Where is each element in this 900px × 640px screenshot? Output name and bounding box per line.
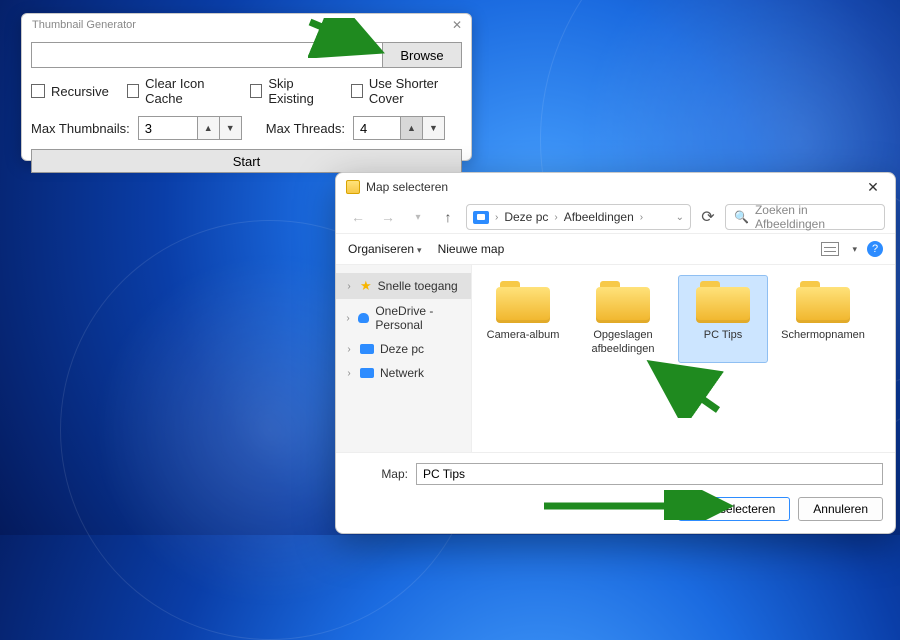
monitor-icon (360, 344, 374, 354)
folder-name-input[interactable] (416, 463, 883, 485)
folder-icon (496, 281, 550, 323)
crumb-root[interactable]: Deze pc (504, 210, 548, 224)
sidebar-item-quick-access[interactable]: › ★ Snelle toegang (336, 273, 471, 299)
close-icon[interactable]: ✕ (861, 179, 885, 196)
view-options-icon[interactable] (821, 242, 839, 256)
recursive-label: Recursive (51, 84, 109, 99)
cancel-button[interactable]: Annuleren (798, 497, 883, 521)
folder-item[interactable]: Camera-album (478, 275, 568, 363)
clear-cache-label: Clear Icon Cache (145, 76, 232, 106)
chevron-right-icon[interactable]: › (344, 368, 354, 379)
spin-down-icon[interactable]: ▼ (220, 116, 242, 140)
folder-icon (696, 281, 750, 323)
sidebar-item-network[interactable]: › Netwerk (336, 361, 471, 385)
skip-existing-checkbox[interactable]: Skip Existing (250, 76, 332, 106)
spin-up-icon[interactable]: ▲ (198, 116, 220, 140)
crumb-folder[interactable]: Afbeeldingen (564, 210, 634, 224)
up-icon[interactable]: ↑ (436, 205, 460, 229)
cloud-icon (358, 313, 369, 323)
folder-item[interactable]: Opgeslagen afbeeldingen (578, 275, 668, 363)
checkbox-icon (250, 84, 262, 98)
search-placeholder: Zoeken in Afbeeldingen (755, 203, 876, 231)
thumbnail-generator-window: Thumbnail Generator ✕ Browse Recursive C… (21, 13, 472, 161)
sidebar-item-label: Netwerk (380, 366, 424, 380)
max-thumbnails-input[interactable] (138, 116, 198, 140)
folder-label: Opgeslagen afbeeldingen (580, 329, 666, 357)
chevron-right-icon[interactable]: › (344, 281, 354, 292)
search-icon: 🔍 (734, 210, 749, 224)
spin-down-icon[interactable]: ▼ (423, 116, 445, 140)
map-label: Map: (348, 467, 408, 481)
chevron-right-icon: › (640, 212, 643, 223)
folder-label: Camera-album (480, 329, 566, 355)
folder-icon (346, 180, 360, 194)
fp-toolbar: Organiseren▾ Nieuwe map ▾ ? (336, 233, 895, 265)
folder-label: Schermopnamen (780, 329, 866, 355)
new-folder-button[interactable]: Nieuwe map (438, 242, 505, 256)
fp-title-text: Map selecteren (366, 180, 448, 194)
max-thumbnails-label: Max Thumbnails: (31, 121, 130, 136)
folder-picker-window: Map selecteren ✕ ← → ▾ ↑ › Deze pc › Afb… (335, 172, 896, 534)
folder-label: PC Tips (680, 329, 766, 355)
chevron-right-icon: › (554, 212, 557, 223)
spin-up-icon[interactable]: ▲ (401, 116, 423, 140)
help-icon[interactable]: ? (867, 241, 883, 257)
folder-list: Camera-album Opgeslagen afbeeldingen PC … (472, 265, 895, 452)
folder-item[interactable]: Schermopnamen (778, 275, 868, 363)
refresh-icon[interactable]: ⟳ (697, 207, 719, 227)
sidebar-item-label: Deze pc (380, 342, 424, 356)
start-button[interactable]: Start (31, 149, 462, 173)
tg-title: Thumbnail Generator (32, 19, 136, 31)
shorter-cover-label: Use Shorter Cover (369, 76, 462, 106)
chevron-down-icon[interactable]: ▾ (406, 205, 430, 229)
folder-icon (596, 281, 650, 323)
folder-item[interactable]: PC Tips (678, 275, 768, 363)
pictures-icon (473, 211, 489, 224)
checkbox-icon (31, 84, 45, 98)
breadcrumb[interactable]: › Deze pc › Afbeeldingen › ⌄ (466, 204, 691, 230)
chevron-down-icon: ▾ (417, 245, 422, 255)
browse-button[interactable]: Browse (382, 42, 462, 68)
sidebar-item-this-pc[interactable]: › Deze pc (336, 337, 471, 361)
back-icon[interactable]: ← (346, 205, 370, 229)
chevron-down-icon[interactable]: ▾ (852, 244, 857, 255)
fp-titlebar: Map selecteren ✕ (336, 173, 895, 201)
checkbox-icon (351, 84, 363, 98)
organize-menu[interactable]: Organiseren▾ (348, 242, 422, 256)
tg-titlebar: Thumbnail Generator ✕ (22, 14, 471, 36)
sidebar-item-label: Snelle toegang (378, 279, 458, 293)
max-threads-label: Max Threads: (266, 121, 345, 136)
sidebar: › ★ Snelle toegang › OneDrive - Personal… (336, 265, 472, 452)
shorter-cover-checkbox[interactable]: Use Shorter Cover (351, 76, 463, 106)
skip-existing-label: Skip Existing (268, 76, 332, 106)
max-thumbnails-stepper[interactable]: ▲ ▼ (138, 116, 242, 140)
max-threads-stepper[interactable]: ▲ ▼ (353, 116, 445, 140)
chevron-right-icon: › (495, 212, 498, 223)
sidebar-item-onedrive[interactable]: › OneDrive - Personal (336, 299, 471, 337)
checkbox-icon (127, 84, 139, 98)
star-icon: ★ (360, 278, 372, 294)
max-threads-input[interactable] (353, 116, 401, 140)
clear-cache-checkbox[interactable]: Clear Icon Cache (127, 76, 232, 106)
folder-icon (796, 281, 850, 323)
forward-icon[interactable]: → (376, 205, 400, 229)
chevron-right-icon[interactable]: › (344, 313, 352, 324)
network-icon (360, 368, 374, 378)
select-folder-button[interactable]: Map selecteren (678, 497, 790, 521)
recursive-checkbox[interactable]: Recursive (31, 84, 109, 99)
sidebar-item-label: OneDrive - Personal (375, 304, 463, 332)
search-input[interactable]: 🔍 Zoeken in Afbeeldingen (725, 204, 885, 230)
chevron-right-icon[interactable]: › (344, 344, 354, 355)
close-icon[interactable]: ✕ (449, 18, 465, 32)
chevron-down-icon[interactable]: ⌄ (676, 212, 684, 223)
path-input[interactable] (31, 42, 382, 68)
